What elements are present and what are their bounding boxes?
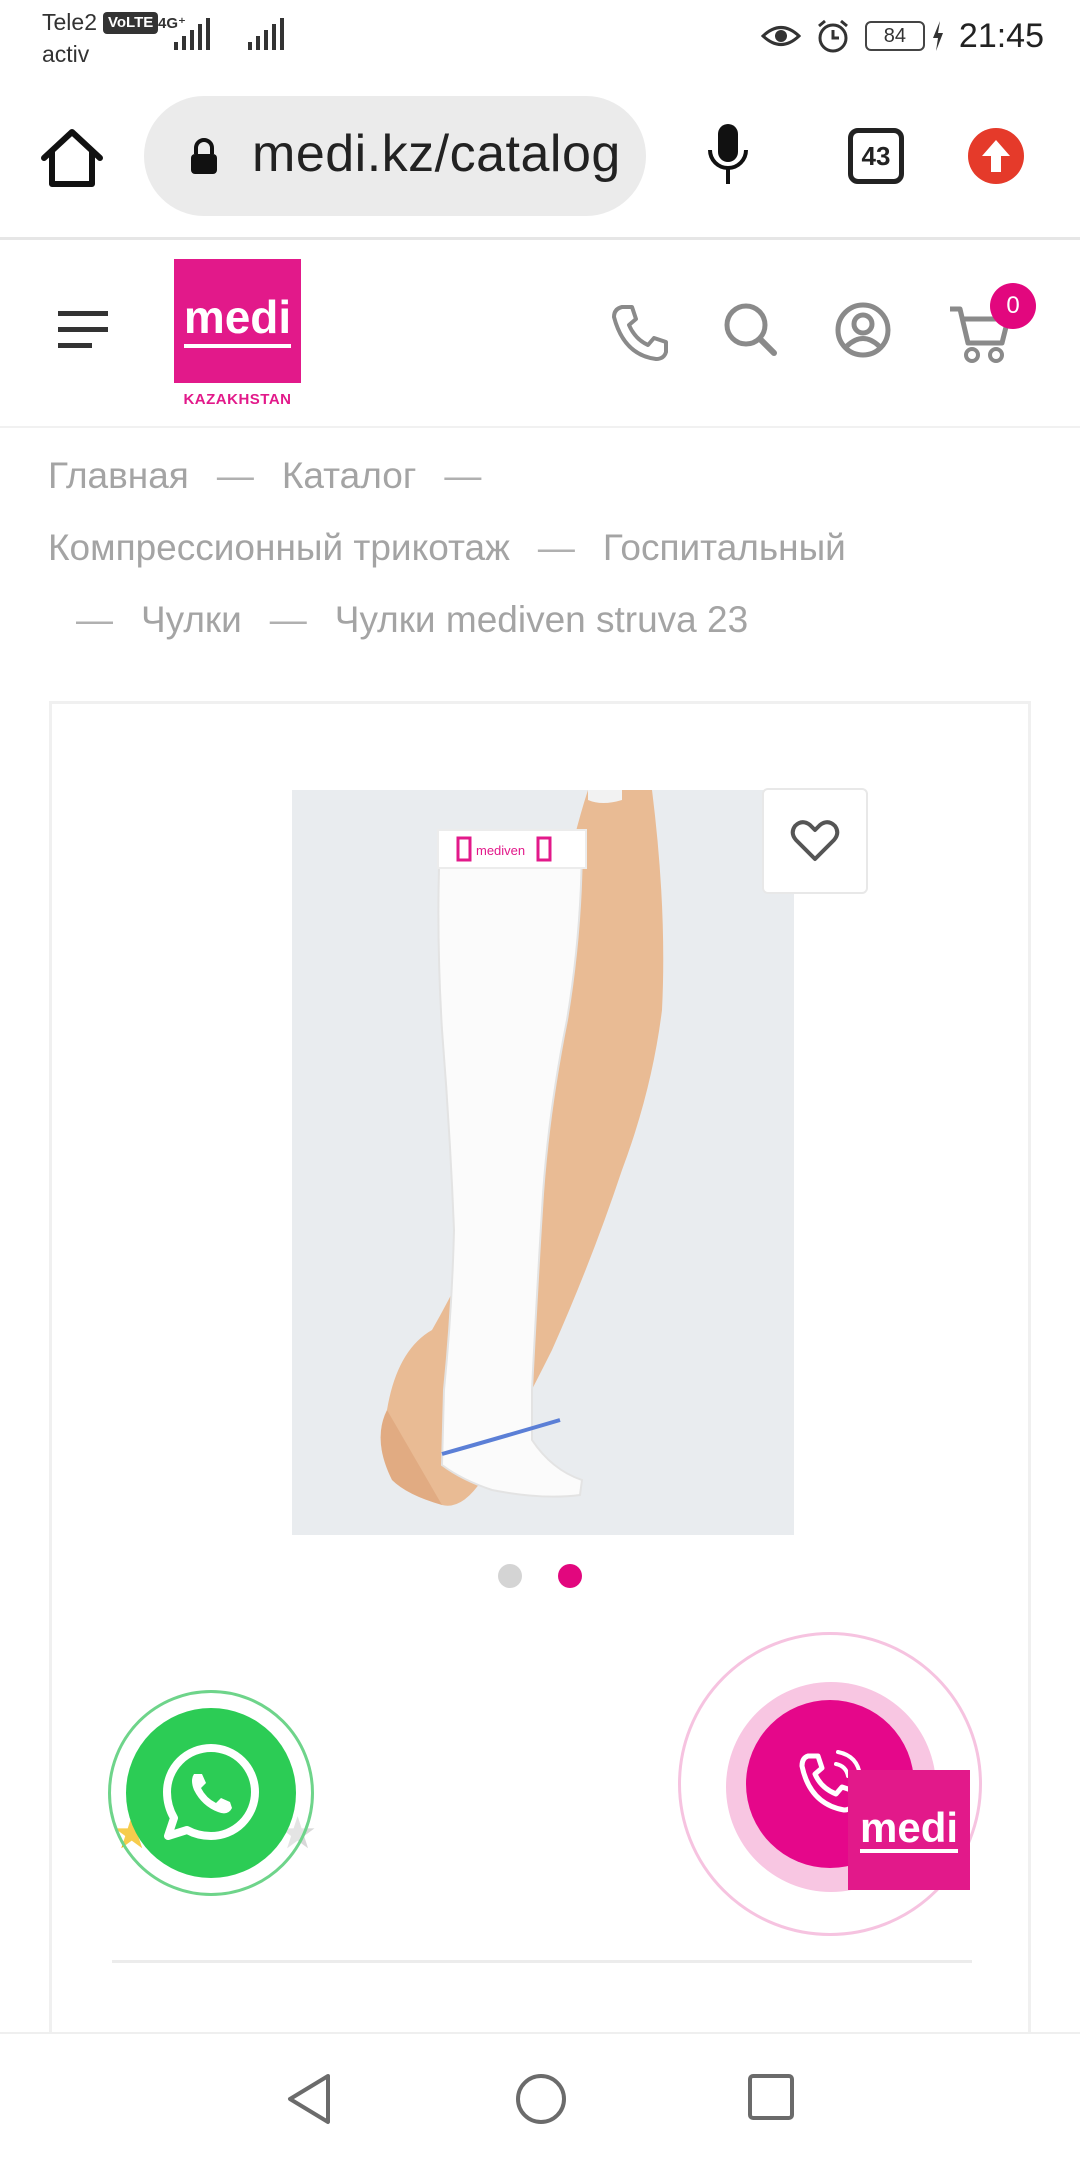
breadcrumb-separator: — [537, 527, 575, 568]
cart-count-badge: 0 [990, 283, 1036, 329]
logo-word: medi [183, 294, 292, 348]
arrow-up-icon [982, 140, 1010, 172]
volte-badge: VoLTE [102, 12, 159, 34]
phone-icon[interactable] [608, 301, 668, 365]
logo-subtitle: KAZAKHSTAN [183, 391, 292, 408]
divider [112, 1960, 972, 1963]
breadcrumb-item-current: Чулки mediven struva 23 [334, 599, 749, 640]
breadcrumb-separator: — [216, 455, 254, 496]
home-icon[interactable] [36, 122, 108, 194]
status-bar: Tele2 VoLTE activ 4G⁺ 84 21:45 [0, 0, 1080, 82]
product-image[interactable]: mediven [292, 790, 794, 1535]
heart-icon [790, 820, 840, 861]
carrier-sub: activ [42, 41, 90, 67]
carrier-name: Tele2 [42, 9, 97, 35]
browser-toolbar: medi.kz/catalog 43 [0, 82, 1080, 240]
battery-indicator: 84 [864, 21, 925, 51]
breadcrumb-separator: — [444, 455, 482, 496]
whatsapp-icon [163, 1744, 259, 1840]
carrier-info: Tele2 VoLTE activ [42, 6, 159, 70]
gallery-dot[interactable] [498, 1564, 522, 1588]
charging-icon [932, 21, 943, 51]
home-nav-icon[interactable] [514, 2072, 568, 2126]
system-nav-bar [0, 2032, 1080, 2160]
address-bar[interactable]: medi.kz/catalog [144, 96, 646, 216]
breadcrumb: Главная — Каталог — Компрессионный трикотаж… [48, 440, 1038, 656]
lock-icon [191, 138, 217, 174]
breadcrumb-item-hospital[interactable]: Госпитальный [603, 527, 846, 568]
microphone-icon[interactable] [706, 120, 750, 192]
update-button[interactable] [968, 128, 1024, 184]
search-icon[interactable] [722, 301, 778, 361]
medi-mini-logo[interactable]: medi [848, 1770, 970, 1890]
cell-signal-2-icon [248, 18, 284, 50]
breadcrumb-item-home[interactable]: Главная [48, 455, 189, 496]
favorite-button[interactable] [762, 788, 868, 894]
band-brand-text: mediven [476, 843, 525, 858]
recents-icon[interactable] [746, 2072, 796, 2122]
url-text: medi.kz/catalog [252, 125, 621, 183]
account-icon[interactable] [834, 301, 892, 359]
breadcrumb-item-stockings[interactable]: Чулки [141, 599, 242, 640]
back-icon[interactable] [284, 2072, 334, 2126]
tabs-count-button[interactable]: 43 [848, 128, 904, 184]
mini-logo-word: medi [859, 1804, 959, 1853]
eye-comfort-icon [760, 26, 801, 46]
site-logo[interactable]: medi KAZAKHSTAN [174, 259, 301, 417]
clock: 21:45 [958, 16, 1044, 55]
breadcrumb-separator: — [269, 599, 307, 640]
hamburger-menu-icon[interactable] [58, 309, 110, 349]
gallery-pagination [52, 1564, 1028, 1588]
stocking-illustration: mediven [380, 790, 664, 1506]
alarm-icon [817, 19, 848, 53]
cell-signal-icon [174, 18, 210, 50]
site-header: medi KAZAKHSTAN 0 [0, 243, 1080, 428]
breadcrumb-item-catalog[interactable]: Каталог [282, 455, 417, 496]
breadcrumb-item-compression[interactable]: Компрессионный трикотаж [48, 527, 510, 568]
breadcrumb-separator: — [76, 599, 113, 640]
whatsapp-button[interactable] [108, 1690, 314, 1896]
gallery-dot-active[interactable] [558, 1564, 582, 1588]
